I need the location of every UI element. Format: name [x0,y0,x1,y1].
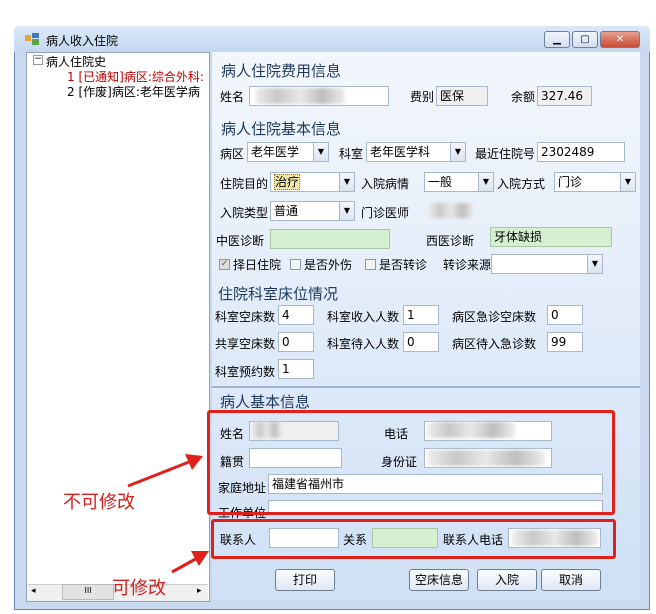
annotation-arrows [127,454,209,574]
arrow-icon [127,454,209,574]
